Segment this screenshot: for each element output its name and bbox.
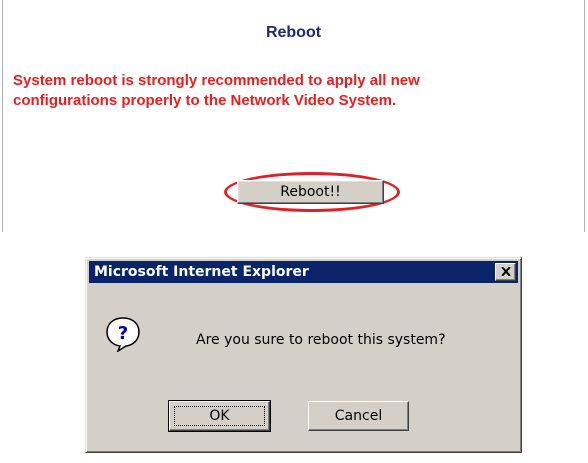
confirm-dialog: Microsoft Internet Explorer ? Are you su…: [85, 257, 522, 453]
question-icon: ?: [106, 317, 140, 352]
close-icon: [500, 267, 511, 276]
warning-line-2: configurations properly to the Network V…: [13, 92, 397, 109]
reboot-button[interactable]: Reboot!!: [237, 180, 384, 204]
dialog-title: Microsoft Internet Explorer: [94, 264, 309, 280]
panel-title: Reboot: [265, 24, 322, 41]
reboot-warning-message: System reboot is strongly recommended to…: [13, 71, 588, 111]
svg-text:?: ?: [118, 323, 128, 344]
warning-line-1: System reboot is strongly recommended to…: [13, 72, 420, 89]
dialog-message: Are you sure to reboot this system?: [196, 332, 446, 348]
dialog-titlebar[interactable]: Microsoft Internet Explorer: [89, 261, 518, 283]
ok-label: OK: [209, 408, 230, 424]
page: Reboot System reboot is strongly recomme…: [0, 0, 588, 463]
close-button[interactable]: [495, 263, 516, 281]
cancel-button[interactable]: Cancel: [308, 401, 409, 431]
ok-button[interactable]: OK: [168, 400, 271, 432]
reboot-panel: Reboot System reboot is strongly recomme…: [2, 0, 585, 232]
